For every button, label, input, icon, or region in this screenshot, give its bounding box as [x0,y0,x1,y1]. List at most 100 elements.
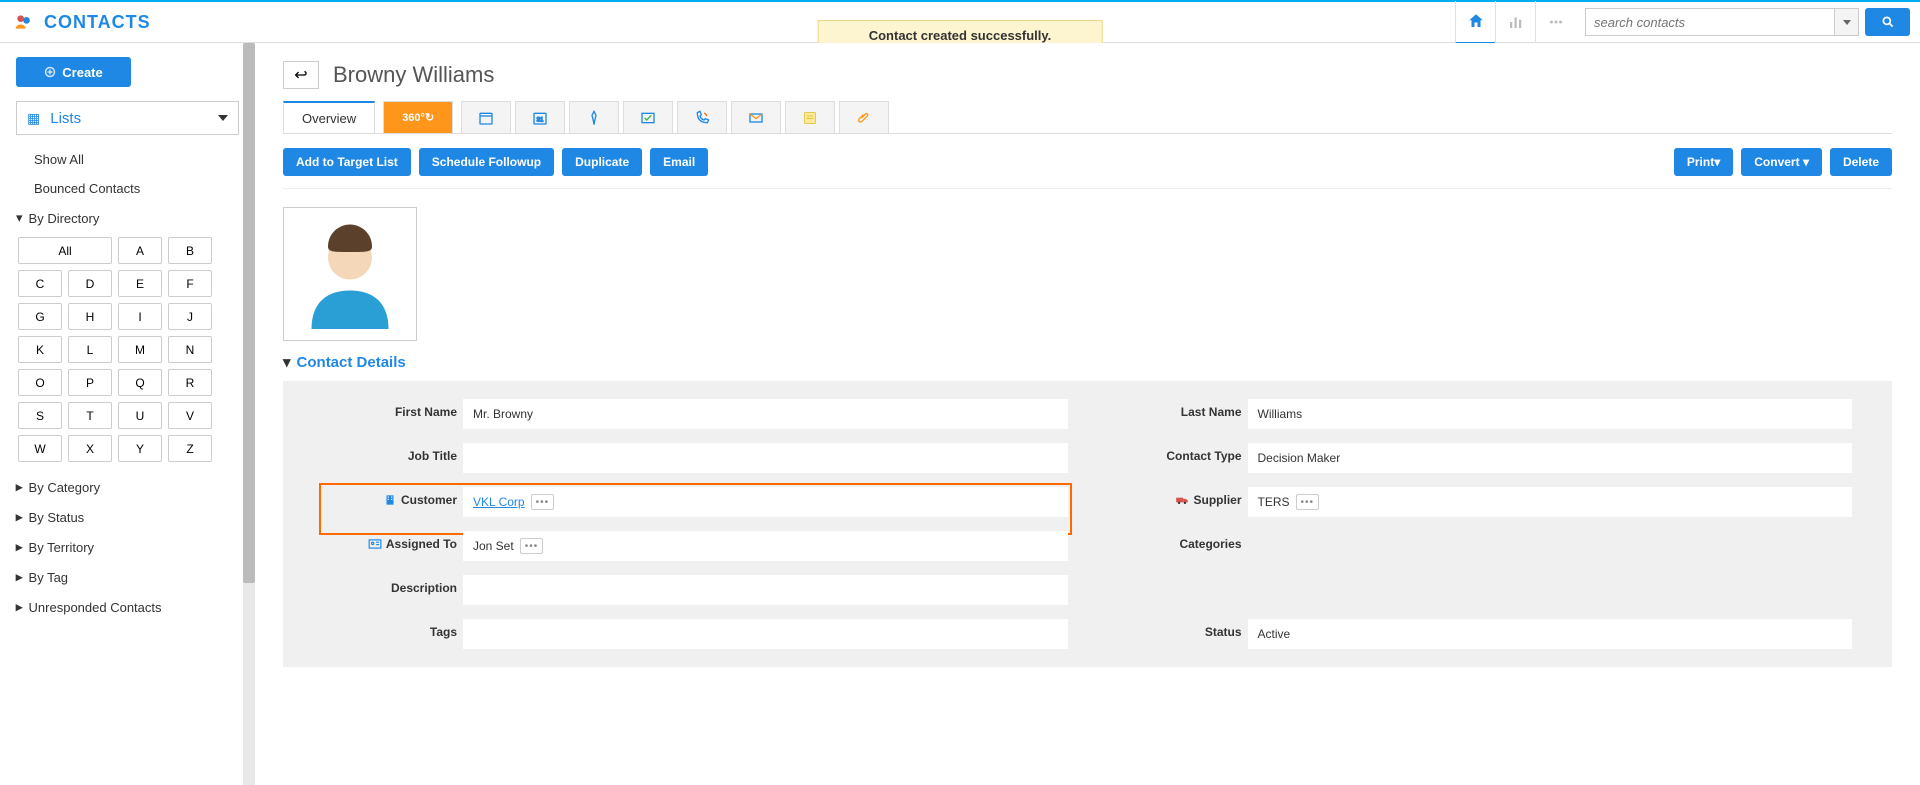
value-last-name[interactable]: Williams [1248,399,1853,429]
back-button[interactable]: ↩ [283,61,319,89]
search-input[interactable] [1585,8,1835,36]
tab-360-label: 360° [402,112,425,124]
lists-dropdown[interactable]: ▦ Lists [16,101,239,135]
section-contact-details[interactable]: Contact Details [283,353,1892,371]
grid-icon: ▦ [27,110,40,127]
contact-avatar[interactable] [283,207,417,341]
sidebar-item-show-all[interactable]: Show All [16,145,239,174]
caret-down-icon: ▾ [1803,155,1809,169]
label-status: Status [1108,619,1248,639]
sidebar-group-tag[interactable]: By Tag [16,562,239,592]
dir-letter-V[interactable]: V [168,402,212,429]
more-icon[interactable] [1535,1,1575,44]
building-icon [383,493,397,507]
tab-mail-icon[interactable] [731,101,781,133]
app-title: CONTACTS [44,12,151,33]
label-job-title: Job Title [323,443,463,463]
truck-icon [1175,493,1189,507]
sidebar-group-status[interactable]: By Status [16,502,239,532]
label-supplier: Supplier [1108,487,1248,507]
dir-letter-R[interactable]: R [168,369,212,396]
dir-letter-C[interactable]: C [18,270,62,297]
sidebar-group-category[interactable]: By Category [16,472,239,502]
dir-letter-I[interactable]: I [118,303,162,330]
search-button[interactable] [1865,8,1910,36]
dir-letter-K[interactable]: K [18,336,62,363]
svg-text:31: 31 [537,117,544,123]
value-customer[interactable]: VKL Corp ••• [463,487,1068,517]
tab-date-icon[interactable]: 31 [515,101,565,133]
value-contact-type[interactable]: Decision Maker [1248,443,1853,473]
value-categories[interactable] [1248,531,1853,561]
dir-letter-B[interactable]: B [168,237,212,264]
search-dropdown-icon[interactable] [1835,8,1859,36]
dir-letter-Z[interactable]: Z [168,435,212,462]
tab-note-icon[interactable] [785,101,835,133]
value-job-title[interactable] [463,443,1068,473]
schedule-followup-button[interactable]: Schedule Followup [419,148,554,176]
tab-calendar-icon[interactable] [461,101,511,133]
dir-letter-F[interactable]: F [168,270,212,297]
dir-letter-G[interactable]: G [18,303,62,330]
sidebar-scrollbar[interactable] [243,43,255,785]
email-button[interactable]: Email [650,148,708,176]
dir-letter-X[interactable]: X [68,435,112,462]
sidebar-group-unresponded[interactable]: Unresponded Contacts [16,592,239,622]
dir-all-button[interactable]: All [18,237,112,264]
label-tags: Tags [323,619,463,639]
dir-letter-S[interactable]: S [18,402,62,429]
value-first-name[interactable]: Mr. Browny [463,399,1068,429]
tab-row: Overview 360°↻ 31 [283,101,1892,134]
convert-button[interactable]: Convert ▾ [1741,148,1822,176]
sidebar-item-bounced[interactable]: Bounced Contacts [16,174,239,203]
dir-letter-D[interactable]: D [68,270,112,297]
directory-grid: All A B C D E F G H I J K L M N O P Q R … [18,237,239,462]
main-content: ↩ Browny Williams Overview 360°↻ 31 Add … [255,43,1920,785]
print-button[interactable]: Print▾ [1674,148,1733,176]
dir-letter-L[interactable]: L [68,336,112,363]
dir-letter-H[interactable]: H [68,303,112,330]
sidebar-group-territory[interactable]: By Territory [16,532,239,562]
dir-letter-A[interactable]: A [118,237,162,264]
label-assigned-to: Assigned To [323,531,463,551]
duplicate-button[interactable]: Duplicate [562,148,642,176]
value-assigned-to[interactable]: Jon Set ••• [463,531,1068,561]
tab-pin-icon[interactable] [569,101,619,133]
tab-360[interactable]: 360°↻ [383,101,453,133]
dir-letter-Q[interactable]: Q [118,369,162,396]
dir-letter-N[interactable]: N [168,336,212,363]
label-customer: Customer [323,487,463,507]
label-contact-type: Contact Type [1108,443,1248,463]
value-description[interactable] [463,575,1068,605]
dir-letter-Y[interactable]: Y [118,435,162,462]
value-status[interactable]: Active [1248,619,1853,649]
dir-letter-O[interactable]: O [18,369,62,396]
value-tags[interactable] [463,619,1068,649]
dir-letter-E[interactable]: E [118,270,162,297]
create-button[interactable]: Create [16,57,131,87]
caret-down-icon: ▾ [1714,155,1720,169]
label-first-name: First Name [323,399,463,419]
dir-letter-W[interactable]: W [18,435,62,462]
tab-phone-icon[interactable] [677,101,727,133]
dir-letter-P[interactable]: P [68,369,112,396]
tab-check-icon[interactable] [623,101,673,133]
value-supplier[interactable]: TERS ••• [1248,487,1853,517]
dir-letter-M[interactable]: M [118,336,162,363]
tab-attach-icon[interactable] [839,101,889,133]
sidebar-group-directory[interactable]: By Directory [16,203,239,233]
chart-icon[interactable] [1495,1,1535,44]
customer-more-icon[interactable]: ••• [531,494,555,510]
avatar-icon [295,219,405,329]
home-icon[interactable] [1455,1,1495,44]
customer-link[interactable]: VKL Corp [473,495,525,509]
dir-letter-T[interactable]: T [68,402,112,429]
assigned-more-icon[interactable]: ••• [520,538,544,554]
tab-overview[interactable]: Overview [283,101,375,133]
delete-button[interactable]: Delete [1830,148,1892,176]
dir-letter-J[interactable]: J [168,303,212,330]
supplier-more-icon[interactable]: ••• [1296,494,1320,510]
contacts-app-icon [14,12,34,32]
add-to-target-button[interactable]: Add to Target List [283,148,411,176]
dir-letter-U[interactable]: U [118,402,162,429]
